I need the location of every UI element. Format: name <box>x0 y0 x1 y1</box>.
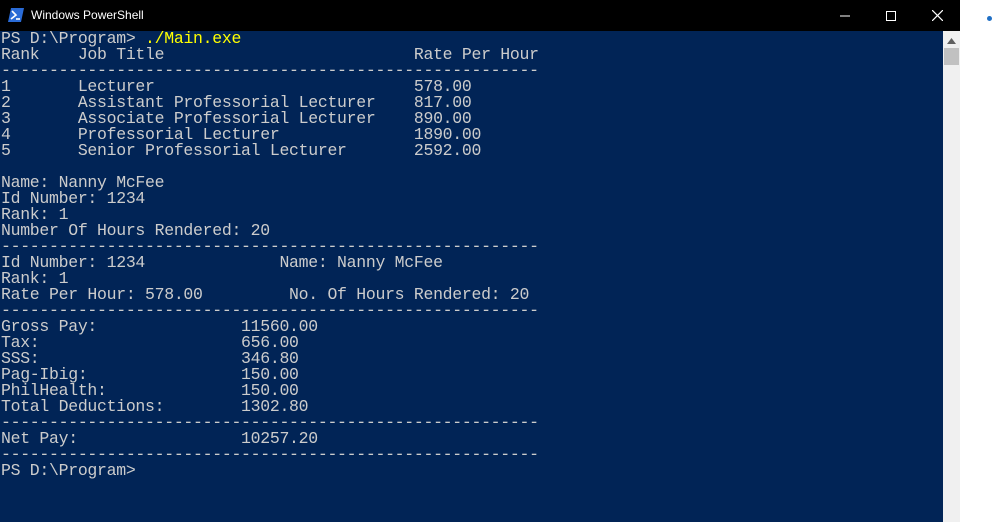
scroll-up-button[interactable] <box>943 31 960 48</box>
powershell-icon <box>8 8 24 22</box>
title-bar[interactable]: Windows PowerShell <box>0 0 960 31</box>
close-button[interactable] <box>914 0 960 31</box>
close-icon <box>931 10 943 21</box>
chevron-up-icon <box>947 31 956 49</box>
window-title: Windows PowerShell <box>31 8 144 22</box>
scroll-thumb[interactable] <box>944 48 959 65</box>
prompt: PS D:\Program> <box>1 461 136 480</box>
powershell-window: Windows PowerShell PS D:\Program> ./Main… <box>0 0 960 522</box>
minimize-button[interactable] <box>822 0 868 31</box>
vertical-scrollbar[interactable] <box>943 31 960 522</box>
maximize-button[interactable] <box>868 0 914 31</box>
maximize-icon <box>886 10 896 21</box>
console-output[interactable]: PS D:\Program> ./Main.exe Rank Job Title… <box>0 31 943 522</box>
minimize-icon <box>840 11 850 21</box>
bullet-dot <box>987 16 992 21</box>
rate-table-row: 5 Senior Professorial Lecturer 2592.00 <box>1 141 482 160</box>
